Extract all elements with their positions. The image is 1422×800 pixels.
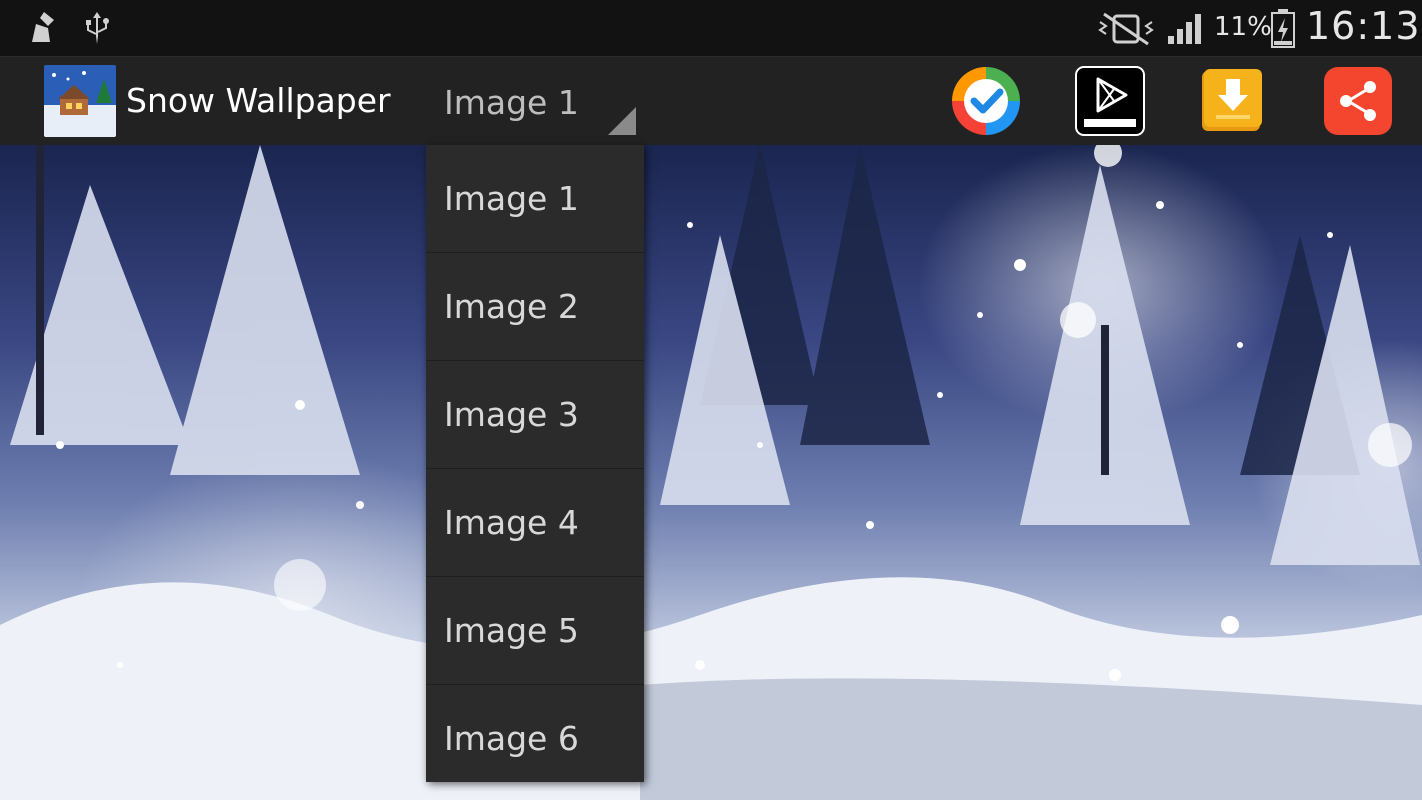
google-play-icon: [1075, 66, 1145, 136]
dropdown-item[interactable]: Image 6: [426, 685, 644, 793]
cleaner-icon: [32, 12, 54, 42]
check-app-button[interactable]: [950, 65, 1022, 137]
usb-icon: [86, 12, 109, 44]
action-bar: Snow Wallpaper Image 1: [0, 56, 1422, 145]
dropdown-item-label: Image 1: [444, 179, 579, 218]
snow-scene-illustration: [0, 145, 1422, 800]
dropdown-item[interactable]: Image 2: [426, 253, 644, 361]
app-logo: [44, 65, 116, 137]
battery-percent: 11%: [1214, 12, 1272, 42]
dropdown-item-label: Image 3: [444, 395, 579, 434]
dropdown-item-label: Image 6: [444, 719, 579, 758]
share-icon: [1324, 67, 1392, 135]
google-play-button[interactable]: [1074, 65, 1146, 137]
clock: 16:13: [1306, 4, 1421, 48]
download-button[interactable]: [1198, 65, 1270, 137]
wallpaper-preview: [0, 145, 1422, 800]
dropdown-item[interactable]: Image 5: [426, 577, 644, 685]
dropdown-item[interactable]: Image 1: [426, 145, 644, 253]
dropdown-item[interactable]: Image 3: [426, 361, 644, 469]
dropdown-item-label: Image 2: [444, 287, 579, 326]
download-icon: [1202, 69, 1262, 131]
image-dropdown-list: Image 1 Image 2 Image 3 Image 4 Image 5 Image…: [426, 145, 644, 782]
battery-charging-icon: [1271, 9, 1295, 48]
status-bar: 11% 16:13: [0, 0, 1422, 56]
dropdown-item-label: Image 4: [444, 503, 579, 542]
mute-icon: [1098, 12, 1154, 46]
share-button[interactable]: [1322, 65, 1394, 137]
image-spinner[interactable]: Image 1: [426, 65, 644, 141]
check-app-icon: [952, 67, 1020, 135]
spinner-arrow-icon: [608, 107, 636, 135]
dropdown-item-label: Image 5: [444, 611, 579, 650]
dropdown-item[interactable]: Image 4: [426, 469, 644, 577]
signal-icon: [1168, 14, 1201, 44]
app-title: Snow Wallpaper: [126, 81, 391, 120]
spinner-selected-value: Image 1: [444, 83, 579, 122]
